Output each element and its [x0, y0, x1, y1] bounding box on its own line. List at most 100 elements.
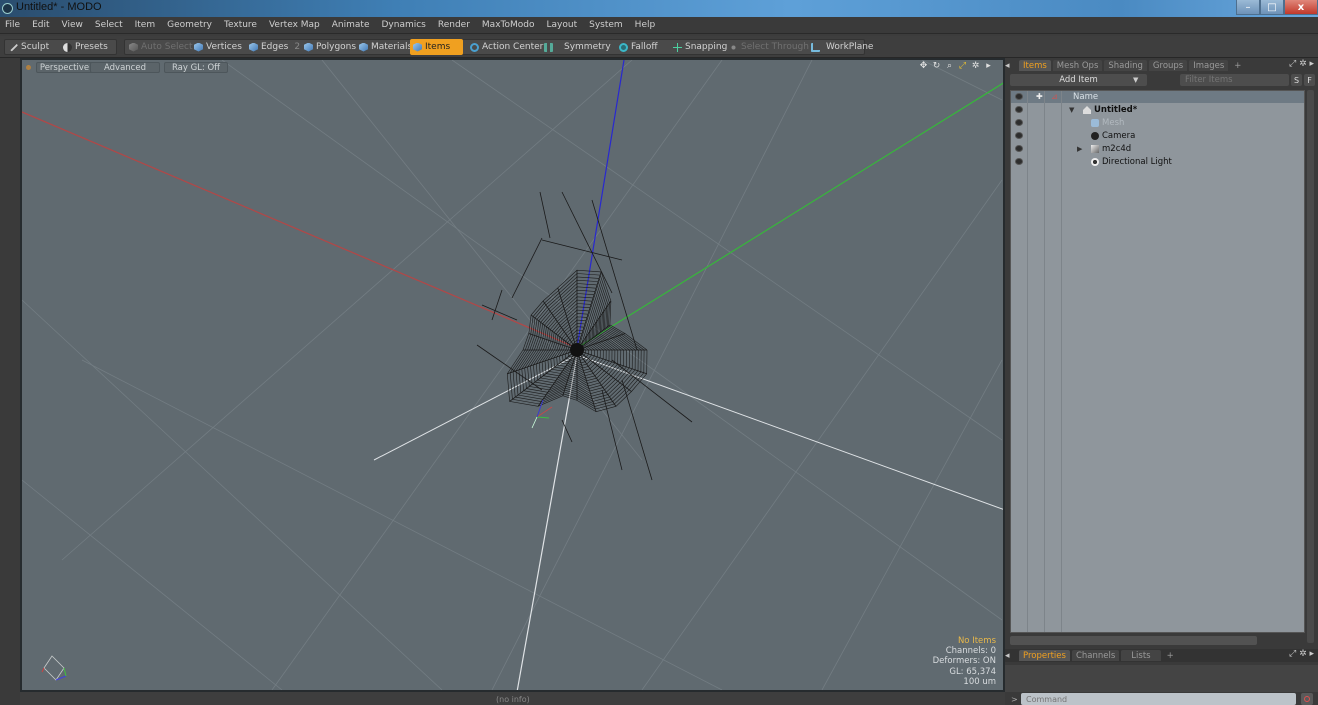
s-button[interactable]: S	[1291, 74, 1302, 86]
list-item-camera[interactable]: Camera	[1011, 130, 1304, 143]
list-item-untitled[interactable]: ▼ Untitled*	[1011, 104, 1304, 117]
eye-icon[interactable]	[1015, 119, 1023, 126]
tab-lists[interactable]: Lists	[1121, 650, 1161, 661]
menu-view[interactable]: View	[62, 20, 83, 30]
pan-icon[interactable]: ✥	[919, 62, 928, 71]
grid-line	[22, 299, 443, 690]
menu-maxtomodo[interactable]: MaxToModo	[482, 20, 535, 30]
mesh-icon	[1091, 119, 1099, 127]
eye-icon[interactable]	[1015, 106, 1023, 113]
panel-menu-icon[interactable]: ◂	[1005, 651, 1019, 661]
menu-render[interactable]: Render	[438, 20, 470, 30]
panel-menu-icon[interactable]: ◂	[1005, 61, 1019, 71]
tab-ray-gl[interactable]: Ray GL: Off	[164, 62, 228, 73]
sculpt-button[interactable]: Sculpt	[6, 39, 52, 55]
filter-items-input[interactable]	[1180, 74, 1289, 86]
eye-icon[interactable]	[1015, 158, 1023, 165]
tab-perspective[interactable]: Perspective	[36, 62, 93, 73]
zoom-icon[interactable]: ⌕	[945, 62, 954, 71]
web-anchor-strand	[476, 344, 543, 391]
menu-item[interactable]: Item	[135, 20, 156, 30]
list-item-m2c4d[interactable]: ▶ m2c4d	[1011, 143, 1304, 156]
materials-button[interactable]: Materials	[356, 39, 415, 55]
rotate-icon[interactable]: ↻	[932, 62, 941, 71]
chevron-right-icon[interactable]: ▸	[984, 62, 993, 71]
status-bar: (no info)	[20, 692, 1005, 705]
panel-options-icons[interactable]: ⤢ ✲ ▸	[1289, 59, 1314, 69]
f-button[interactable]: F	[1304, 74, 1315, 86]
items-button[interactable]: Items	[410, 39, 463, 55]
action-center-button[interactable]: Action Center	[467, 39, 546, 55]
command-prompt: >	[1011, 695, 1018, 704]
tab-properties[interactable]: Properties	[1019, 650, 1070, 661]
tab-shading[interactable]: Shading	[1104, 60, 1147, 71]
vertices-button[interactable]: Vertices	[191, 39, 245, 55]
add-tab-button[interactable]: +	[1163, 650, 1178, 661]
grid-line	[61, 60, 633, 561]
menu-file[interactable]: File	[5, 20, 20, 30]
grid-line	[271, 60, 723, 690]
list-item-directional-light[interactable]: Directional Light	[1011, 156, 1304, 169]
menu-select[interactable]: Select	[95, 20, 123, 30]
snapping-button[interactable]: Snapping	[670, 39, 730, 55]
auto-select-icon	[129, 42, 138, 52]
3d-viewport[interactable]: Perspective Advanced Ray GL: Off ✥ ↻ ⌕ ⤢…	[20, 58, 1005, 692]
workplane-button[interactable]: WorkPlane	[808, 39, 876, 55]
expander-icon[interactable]: ▼	[1069, 106, 1074, 114]
polygons-button[interactable]: Polygons	[301, 39, 359, 55]
menu-vertex-map[interactable]: Vertex Map	[269, 20, 320, 30]
web-anchor-strand	[621, 379, 653, 481]
symmetry-button[interactable]: Symmetry	[541, 39, 614, 55]
scene-icon	[1083, 106, 1091, 114]
select-through-button[interactable]: Select Through	[726, 39, 812, 55]
materials-icon	[359, 42, 368, 52]
menu-system[interactable]: System	[589, 20, 623, 30]
close-button[interactable]: x	[1284, 0, 1318, 15]
tab-images[interactable]: Images	[1189, 60, 1229, 71]
menu-texture[interactable]: Texture	[224, 20, 257, 30]
add-tab-button[interactable]: +	[1230, 60, 1245, 71]
white-light-line-2	[576, 354, 1003, 510]
chevron-down-icon[interactable]: ▼	[1133, 76, 1138, 84]
menu-help[interactable]: Help	[635, 20, 656, 30]
menu-layout[interactable]: Layout	[547, 20, 578, 30]
fit-icon[interactable]: ⤢	[958, 62, 967, 71]
edges-icon	[249, 42, 258, 52]
falloff-button[interactable]: Falloff	[616, 39, 661, 55]
z-axis-line	[576, 60, 625, 349]
menu-dynamics[interactable]: Dynamics	[381, 20, 425, 30]
locator-icon	[1091, 145, 1099, 153]
tab-mesh-ops[interactable]: Mesh Ops	[1052, 60, 1103, 71]
record-macro-button[interactable]	[1301, 693, 1313, 705]
menu-animate[interactable]: Animate	[332, 20, 370, 30]
menu-edit[interactable]: Edit	[32, 20, 49, 30]
eye-icon[interactable]	[1015, 145, 1023, 152]
menu-geometry[interactable]: Geometry	[167, 20, 212, 30]
presets-button[interactable]: Presets	[60, 39, 111, 55]
tab-items[interactable]: Items	[1019, 60, 1051, 71]
panel-options-icons[interactable]: ⤢ ✲ ▸	[1289, 649, 1314, 659]
item-list-header: ✚ ⊿ Name	[1011, 91, 1304, 103]
web-hub	[570, 343, 584, 357]
maximize-button[interactable]: □	[1260, 0, 1284, 15]
web-anchor-strand	[511, 237, 543, 299]
tab-advanced[interactable]: Advanced	[90, 62, 160, 73]
tab-groups[interactable]: Groups	[1148, 60, 1188, 71]
add-item-button[interactable]: Add Item	[1010, 74, 1147, 86]
item-list-vertical-scrollbar[interactable]	[1307, 90, 1314, 643]
expander-icon[interactable]: ▶	[1077, 145, 1082, 153]
render-header-icon: ⊿	[1051, 92, 1058, 101]
command-input[interactable]	[1021, 693, 1296, 705]
auto-select-button[interactable]: Auto Select	[126, 39, 196, 55]
viewport-options-dot[interactable]	[26, 65, 31, 70]
gl-info: GL: 65,374	[949, 666, 996, 677]
eye-icon[interactable]	[1015, 132, 1023, 139]
lock-header-icon: ✚	[1036, 92, 1043, 101]
tab-channels[interactable]: Channels	[1071, 650, 1120, 661]
gear-icon[interactable]: ✲	[971, 62, 980, 71]
list-item-mesh[interactable]: Mesh	[1011, 117, 1304, 130]
minimize-button[interactable]: –	[1236, 0, 1260, 15]
edges-button[interactable]: Edges 2	[246, 39, 303, 55]
item-list-horizontal-scrollbar[interactable]	[1010, 636, 1257, 645]
spider-web-mesh	[476, 191, 693, 481]
